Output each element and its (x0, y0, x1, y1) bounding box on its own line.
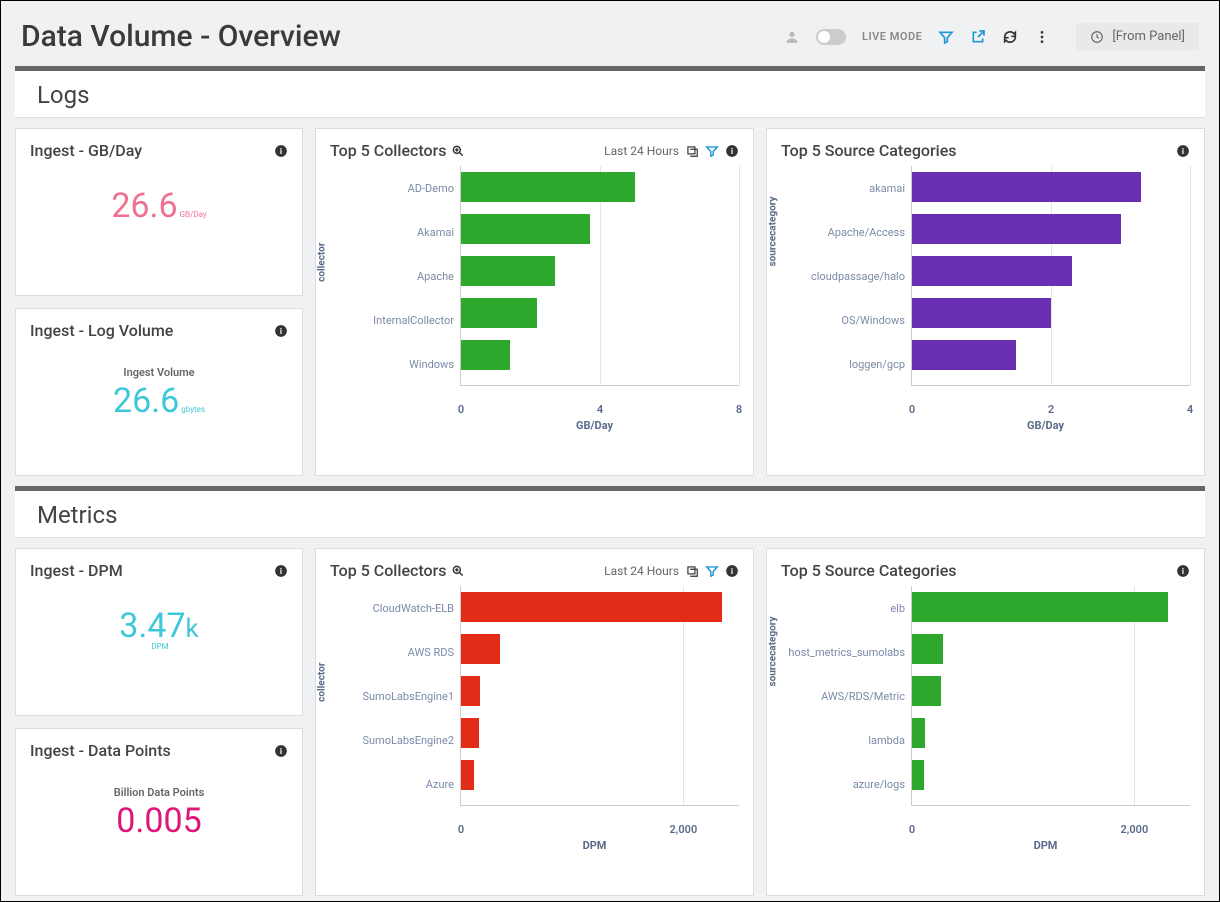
panel-logs-top-collectors: Top 5 Collectors Last 24 Hours i collect… (315, 128, 754, 476)
panel-title: Top 5 Collectors (330, 141, 465, 160)
info-icon[interactable]: i (274, 564, 288, 578)
svg-text:i: i (731, 565, 733, 575)
svg-text:i: i (280, 565, 282, 575)
panel-title: Top 5 Source Categories (781, 561, 957, 580)
filter-icon[interactable] (705, 144, 719, 158)
chart-metrics-collectors: collectorCloudWatch-ELBAWS RDSSumoLabsEn… (330, 586, 739, 846)
user-icon (784, 29, 800, 45)
panel-title: Top 5 Collectors (330, 561, 465, 580)
refresh-icon[interactable] (1002, 29, 1018, 45)
svg-text:i: i (731, 145, 733, 155)
svg-text:i: i (280, 145, 282, 155)
panel-ingest-dpm: Ingest - DPM i 3.47k DPM (15, 548, 303, 716)
section-title-logs: Logs (15, 71, 1205, 118)
stack-icon[interactable] (685, 564, 699, 578)
info-icon[interactable]: i (725, 564, 739, 578)
panel-subtitle: Last 24 Hours (604, 564, 679, 578)
chart-metrics-sourcecats: sourcecategoryelbhost_metrics_sumolabsAW… (781, 586, 1190, 846)
ingest-gb-unit: GB/Day (180, 210, 207, 219)
page-title: Data Volume - Overview (21, 19, 784, 54)
panel-logs-top-sourcecats: Top 5 Source Categories i sourcecategory… (766, 128, 1205, 476)
ingest-volume-caption: Ingest Volume (30, 366, 288, 379)
datapoints-caption: Billion Data Points (30, 786, 288, 799)
info-icon[interactable]: i (274, 144, 288, 158)
info-icon[interactable]: i (1176, 144, 1190, 158)
datapoints-value: 0.005 (116, 801, 201, 841)
panel-metrics-top-collectors: Top 5 Collectors Last 24 Hours i collect… (315, 548, 754, 896)
stack-icon[interactable] (685, 144, 699, 158)
info-icon[interactable]: i (274, 744, 288, 758)
ingest-dpm-value: 3.47 (119, 606, 185, 646)
panel-metrics-top-sourcecats: Top 5 Source Categories i sourcecategory… (766, 548, 1205, 896)
share-icon[interactable] (970, 29, 986, 45)
panel-title: Ingest - Log Volume (30, 321, 173, 340)
svg-text:i: i (1182, 565, 1184, 575)
live-mode-label: LIVE MODE (862, 30, 922, 43)
more-icon[interactable] (1034, 29, 1050, 45)
chart-logs-collectors: collectorAD-DemoAkamaiApacheInternalColl… (330, 166, 739, 426)
filter-icon[interactable] (705, 564, 719, 578)
svg-text:i: i (1182, 145, 1184, 155)
panel-title: Ingest - DPM (30, 561, 123, 580)
ingest-dpm-k: k (186, 614, 199, 644)
ingest-volume-value: 26.6 (113, 381, 179, 421)
panel-ingest-gb: Ingest - GB/Day i 26.6GB/Day (15, 128, 303, 296)
panel-ingest-log-volume: Ingest - Log Volume i Ingest Volume 26.6… (15, 308, 303, 476)
ingest-dpm-unit: DPM (32, 642, 288, 651)
panel-title: Top 5 Source Categories (781, 141, 957, 160)
live-mode-toggle[interactable] (816, 29, 846, 45)
info-icon[interactable]: i (725, 144, 739, 158)
time-range-selector[interactable]: [From Panel] (1076, 23, 1199, 50)
panel-title: Ingest - GB/Day (30, 141, 142, 160)
ingest-gb-value: 26.6 (111, 186, 177, 226)
panel-title: Ingest - Data Points (30, 741, 171, 760)
svg-text:i: i (280, 745, 282, 755)
magnify-icon[interactable] (451, 564, 465, 578)
chart-logs-sourcecats: sourcecategoryakamaiApache/Accesscloudpa… (781, 166, 1190, 426)
time-range-label: [From Panel] (1112, 29, 1185, 44)
magnify-icon[interactable] (451, 144, 465, 158)
panel-ingest-datapoints: Ingest - Data Points i Billion Data Poin… (15, 728, 303, 896)
filter-icon[interactable] (938, 29, 954, 45)
ingest-volume-unit: gbytes (181, 405, 205, 414)
info-icon[interactable]: i (1176, 564, 1190, 578)
section-title-metrics: Metrics (15, 491, 1205, 538)
panel-subtitle: Last 24 Hours (604, 144, 679, 158)
svg-text:i: i (280, 325, 282, 335)
info-icon[interactable]: i (274, 324, 288, 338)
